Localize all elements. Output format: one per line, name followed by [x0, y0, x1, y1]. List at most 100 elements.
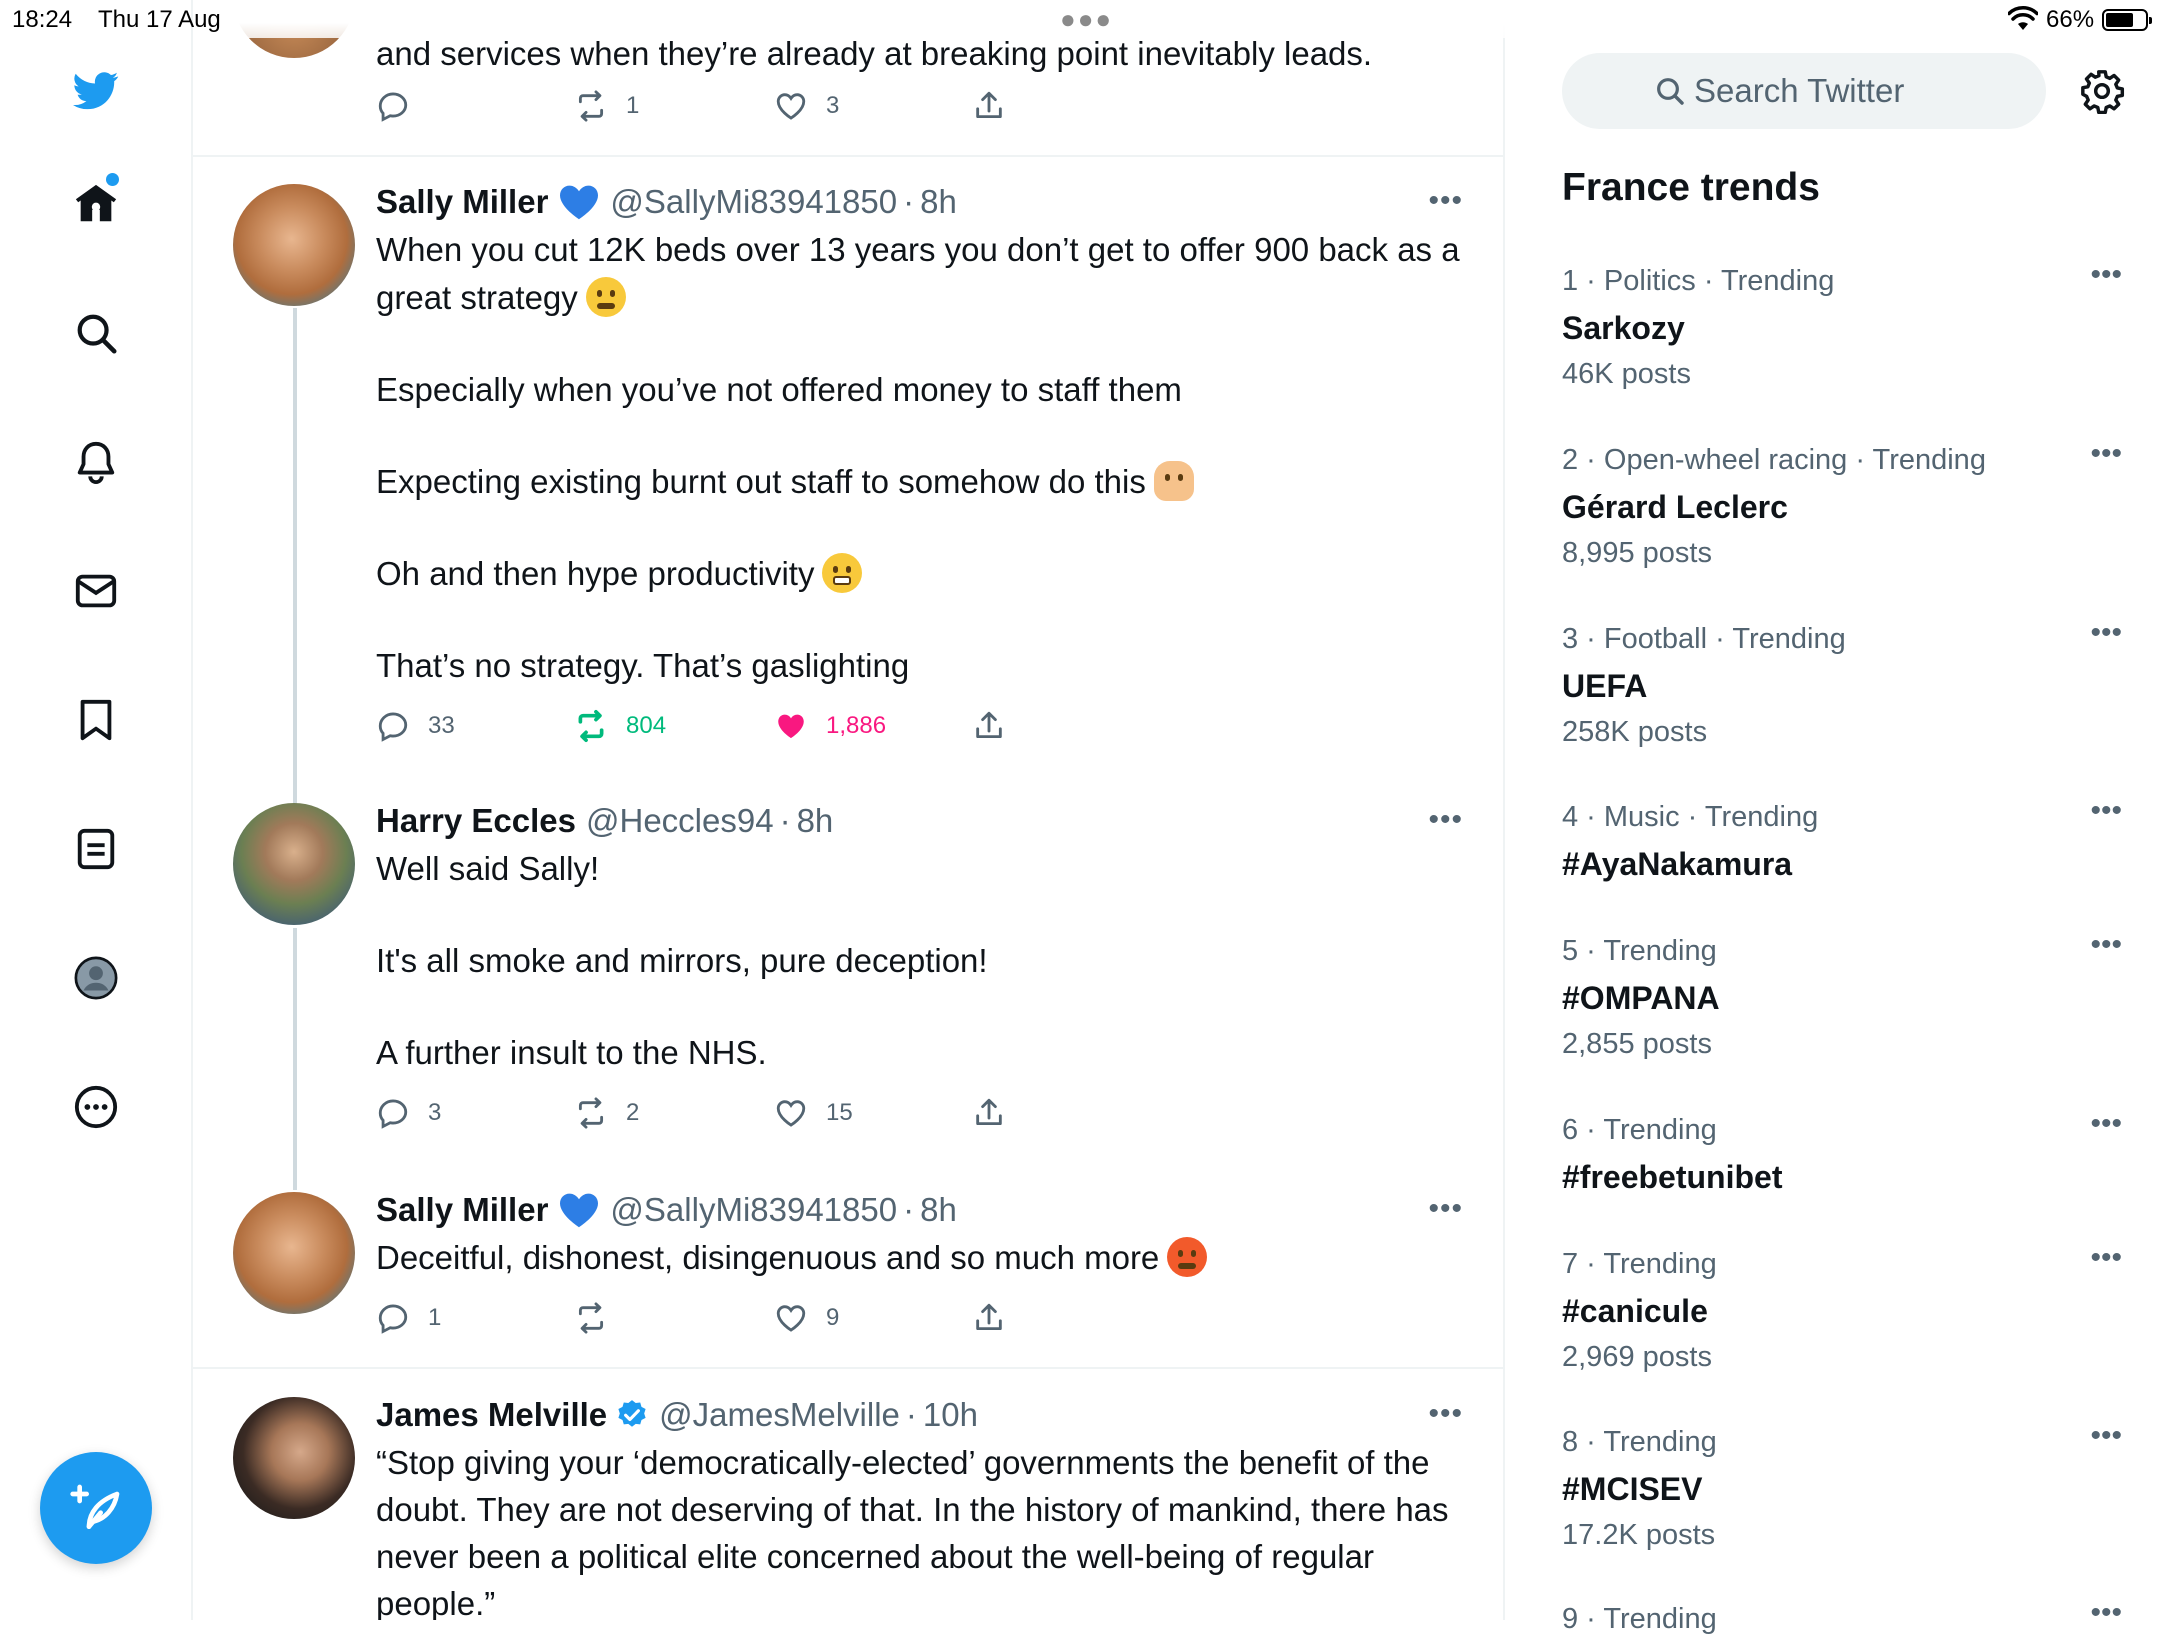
avatar[interactable]: [233, 1192, 355, 1314]
compose-tweet-button[interactable]: [40, 1452, 152, 1564]
retweet-button[interactable]: 804: [574, 706, 666, 746]
reply-count: 1: [428, 1304, 442, 1331]
trend-item[interactable]: 5 · Trending #OMPANA 2,855 posts •••: [1562, 928, 2122, 1064]
trend-topic: Gérard Leclerc: [1562, 489, 1788, 525]
trend-item[interactable]: 6 · Trending #freebetunibet •••: [1562, 1107, 2122, 1201]
avatar[interactable]: [233, 184, 355, 306]
like-button[interactable]: 1,886: [774, 706, 886, 746]
tweet-actions: 1 9: [376, 1298, 1076, 1338]
more-options-icon[interactable]: •••: [1428, 1192, 1463, 1226]
author-name[interactable]: Harry Eccles: [376, 799, 576, 843]
search-input[interactable]: [1694, 72, 1954, 110]
trend-more-icon[interactable]: •••: [2090, 616, 2122, 650]
trend-more-icon[interactable]: •••: [2090, 1241, 2122, 1275]
like-button[interactable]: 3: [774, 86, 839, 126]
left-navigation: [0, 0, 193, 1620]
author-handle[interactable]: @SallyMi83941850: [610, 180, 897, 224]
trend-count: 17.2K posts: [1562, 1519, 1716, 1551]
trend-count: 2,969 posts: [1562, 1341, 1712, 1373]
tweet-divider: [193, 1367, 1503, 1369]
lists-icon[interactable]: [68, 821, 124, 877]
more-options-icon[interactable]: •••: [1428, 1397, 1463, 1431]
tweet-time[interactable]: 8h: [920, 180, 957, 224]
tweet[interactable]: James Melville @JamesMelville · 10h ••• …: [193, 1393, 1503, 1620]
tweet-time[interactable]: 10h: [923, 1393, 978, 1437]
bookmarks-icon[interactable]: [68, 692, 124, 748]
reply-button[interactable]: 1: [376, 1298, 441, 1338]
bird-icon: [73, 72, 119, 110]
trend-item[interactable]: 3 · Football · Trending UEFA 258K posts …: [1562, 616, 2122, 752]
avatar[interactable]: [233, 803, 355, 925]
verified-icon: [618, 1400, 646, 1427]
trend-more-icon[interactable]: •••: [2090, 1419, 2122, 1453]
multitasking-dots-icon[interactable]: ●●●: [1060, 4, 1113, 35]
trend-more-icon[interactable]: •••: [2090, 258, 2122, 292]
reply-button[interactable]: 3: [376, 1093, 441, 1133]
more-icon[interactable]: [68, 1079, 124, 1135]
reply-button[interactable]: 33: [376, 706, 455, 746]
tweet[interactable]: Harry Eccles @Heccles94 · 8h ••• Well sa…: [193, 799, 1503, 1139]
share-button[interactable]: [972, 1298, 1024, 1338]
tweet-text: Deceitful, dishonest, disingenuous and s…: [376, 1234, 1463, 1282]
tweet-time[interactable]: 8h: [797, 799, 834, 843]
tweet[interactable]: Sally Miller @SallyMi83941850 · 8h ••• W…: [193, 180, 1503, 760]
trend-topic: Sarkozy: [1562, 310, 1685, 346]
trend-topic: #AyaNakamura: [1562, 846, 1793, 882]
angry-face-emoji: [1167, 1237, 1208, 1277]
share-button[interactable]: [972, 1093, 1024, 1133]
messages-icon[interactable]: [68, 563, 124, 619]
author-handle[interactable]: @Heccles94: [586, 799, 774, 843]
trend-item[interactable]: 7 · Trending #canicule 2,969 posts •••: [1562, 1241, 2122, 1377]
status-date: Thu 17 Aug: [98, 6, 221, 33]
tweet-header: Sally Miller @SallyMi83941850 · 8h: [376, 1188, 1463, 1232]
gear-icon: [2081, 70, 2125, 114]
trend-meta: 7 · Trending: [1562, 1248, 1717, 1280]
author-name[interactable]: Sally Miller: [376, 1188, 548, 1232]
like-count: 3: [826, 92, 840, 119]
tweet-time[interactable]: 8h: [920, 1188, 957, 1232]
trend-more-icon[interactable]: •••: [2090, 1596, 2122, 1630]
notifications-icon[interactable]: [68, 434, 124, 490]
search-box[interactable]: [1562, 53, 2046, 129]
retweet-button[interactable]: [574, 1298, 626, 1338]
trend-more-icon[interactable]: •••: [2090, 1107, 2122, 1141]
like-button[interactable]: 15: [774, 1093, 853, 1133]
author-handle[interactable]: @SallyMi83941850: [610, 1188, 897, 1232]
author-handle[interactable]: @JamesMelville: [659, 1393, 900, 1437]
trend-more-icon[interactable]: •••: [2090, 437, 2122, 471]
trend-item[interactable]: 8 · Trending #MCISEV 17.2K posts •••: [1562, 1419, 2122, 1555]
avatar[interactable]: [233, 1397, 355, 1519]
reply-count: 3: [428, 1099, 442, 1126]
search-icon[interactable]: [68, 305, 124, 361]
more-options-icon[interactable]: •••: [1428, 803, 1463, 837]
more-options-icon[interactable]: •••: [1428, 184, 1463, 218]
share-button[interactable]: [972, 706, 1024, 746]
blue-heart-emoji: [560, 1193, 599, 1228]
trend-item[interactable]: 2 · Open-wheel racing · Trending Gérard …: [1562, 437, 2122, 573]
like-button[interactable]: 9: [774, 1298, 839, 1338]
reply-button[interactable]: [376, 86, 428, 126]
author-name[interactable]: James Melville: [376, 1393, 607, 1437]
retweet-button[interactable]: 2: [574, 1093, 639, 1133]
trend-item[interactable]: 1 · Politics · Trending Sarkozy 46K post…: [1562, 258, 2122, 394]
tweet-divider: [193, 155, 1503, 157]
trend-more-icon[interactable]: •••: [2090, 794, 2122, 828]
twitter-logo[interactable]: [68, 62, 124, 118]
tweet-actions: 1 3: [376, 86, 1076, 126]
profile-icon[interactable]: [68, 950, 124, 1006]
trend-more-icon[interactable]: •••: [2090, 928, 2122, 962]
settings-button[interactable]: [2077, 66, 2127, 116]
trend-item[interactable]: 9 · Trending •••: [1562, 1596, 2122, 1638]
share-icon: [976, 1303, 1002, 1331]
retweet-count: 2: [626, 1099, 640, 1126]
reply-icon: [378, 1304, 408, 1334]
trend-meta: 6 · Trending: [1562, 1114, 1717, 1146]
tweet[interactable]: Sally Miller @SallyMi83941850 · 8h ••• D…: [193, 1188, 1503, 1348]
retweet-icon: [578, 1302, 604, 1334]
retweet-button[interactable]: 1: [574, 86, 639, 126]
like-count: 1,886: [826, 712, 887, 739]
trend-item[interactable]: 4 · Music · Trending #AyaNakamura •••: [1562, 794, 2122, 888]
share-button[interactable]: [972, 86, 1024, 126]
author-name[interactable]: Sally Miller: [376, 180, 548, 224]
trend-count: 8,995 posts: [1562, 537, 1712, 569]
